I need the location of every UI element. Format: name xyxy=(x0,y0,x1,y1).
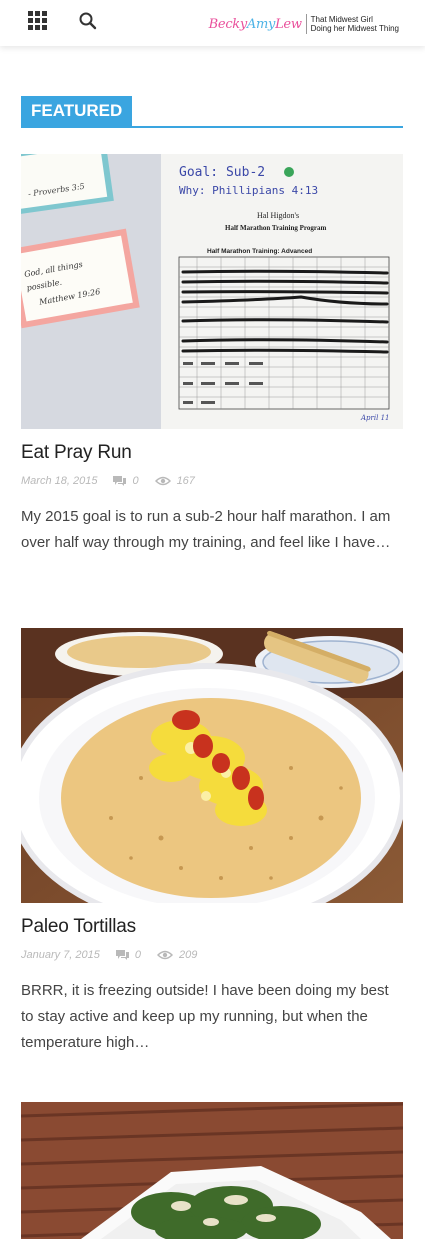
post-views: 209 xyxy=(157,949,197,961)
post-card: - Proverbs 3:5 God, all things possible.… xyxy=(21,154,403,556)
grid-menu-icon[interactable] xyxy=(28,11,48,31)
logo-divider xyxy=(305,14,307,34)
eye-icon xyxy=(154,476,171,486)
comment-count: 0 xyxy=(134,949,142,961)
comment-icon xyxy=(115,949,129,960)
post-image[interactable]: - Proverbs 3:5 God, all things possible.… xyxy=(21,154,403,429)
view-count: 167 xyxy=(176,475,195,487)
post-excerpt: My 2015 goal is to run a sub-2 hour half… xyxy=(21,508,391,551)
post-comments[interactable]: 0 xyxy=(115,949,142,961)
post-meta: January 7, 2015 0 209 xyxy=(21,948,403,962)
eye-icon xyxy=(157,950,174,960)
post-image[interactable] xyxy=(21,1102,403,1239)
post-date: January 7, 2015 xyxy=(21,949,100,961)
logo-tagline: That Midwest Girl Doing her Midwest Thin… xyxy=(310,15,399,33)
svg-text:Goal: Sub-2: Goal: Sub-2 xyxy=(179,165,265,180)
post-meta: March 18, 2015 0 167 xyxy=(21,474,403,488)
post-title[interactable]: Eat Pray Run xyxy=(21,442,403,464)
view-count: 209 xyxy=(179,949,198,961)
post-excerpt: BRRR, it is freezing outside! I have bee… xyxy=(21,982,389,1051)
post-date: March 18, 2015 xyxy=(21,475,98,487)
post-comments[interactable]: 0 xyxy=(113,475,139,487)
svg-text:Half Marathon Training Program: Half Marathon Training Program xyxy=(225,224,326,232)
svg-text:Hal Higdon's: Hal Higdon's xyxy=(257,211,299,220)
post-card: Paleo Tortillas January 7, 2015 0 209 BR… xyxy=(21,628,403,1056)
search-icon[interactable] xyxy=(78,11,98,31)
post-views: 167 xyxy=(154,475,195,487)
svg-text:Half Marathon Training: Advanc: Half Marathon Training: Advanced xyxy=(207,248,312,255)
site-header: BeckyAmyLew That Midwest Girl Doing her … xyxy=(0,0,425,46)
featured-heading: FEATURED xyxy=(21,96,403,128)
post-title[interactable]: Paleo Tortillas xyxy=(21,916,403,938)
post-image[interactable] xyxy=(21,628,403,903)
comment-icon xyxy=(113,475,127,486)
featured-label: FEATURED xyxy=(21,96,133,126)
svg-text:Why: Phillipians 4:13: Why: Phillipians 4:13 xyxy=(179,184,318,197)
logo-script: BeckyAmyLew xyxy=(208,16,302,32)
comment-count: 0 xyxy=(132,475,139,487)
svg-text:April 11: April 11 xyxy=(360,414,390,422)
post-card xyxy=(21,1102,403,1239)
site-logo[interactable]: BeckyAmyLew That Midwest Girl Doing her … xyxy=(209,12,399,36)
